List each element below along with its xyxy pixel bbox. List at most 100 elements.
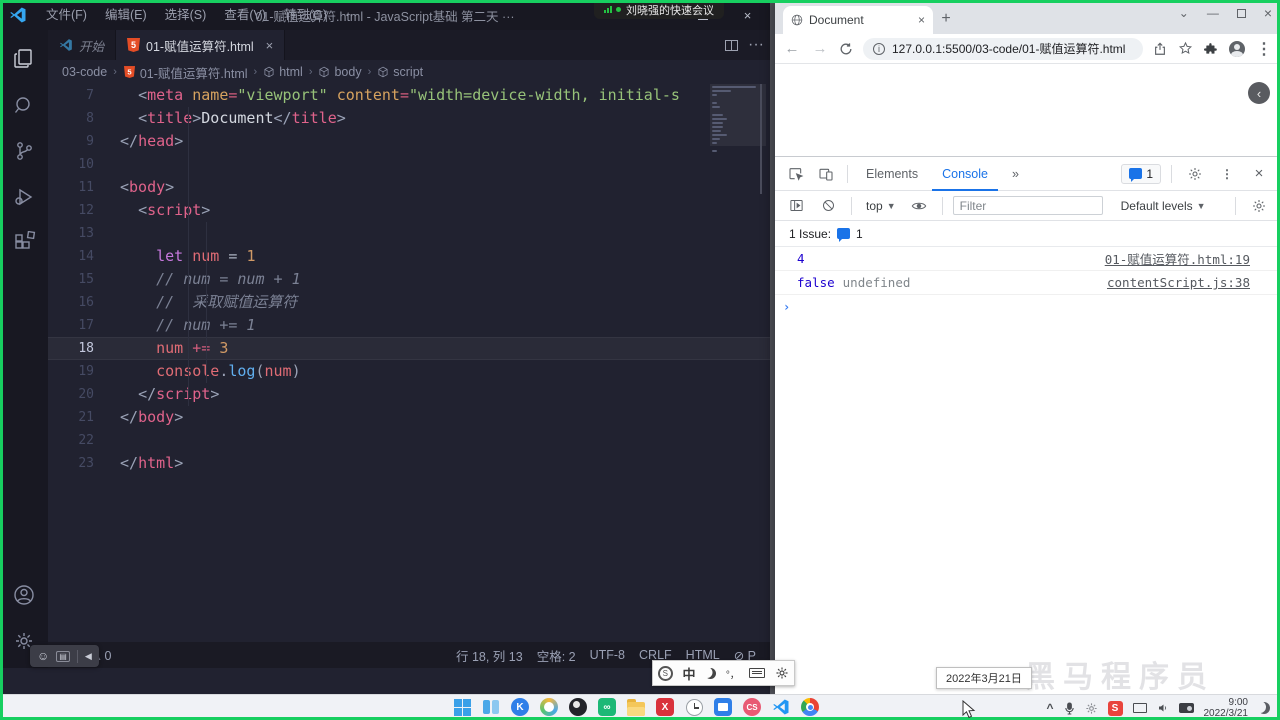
tab-elements[interactable]: Elements [856, 157, 928, 191]
minimize-button[interactable]: — [1207, 6, 1219, 20]
app-x-icon[interactable]: X [655, 697, 675, 719]
code-line[interactable]: 20 </script> [48, 383, 770, 406]
code-line[interactable]: 12 <script> [48, 199, 770, 222]
tab-welcome[interactable]: 开始 [48, 30, 117, 60]
ime-mode-chinese[interactable]: 中 [682, 664, 695, 683]
tray-gear-icon[interactable] [1085, 702, 1098, 715]
extensions-icon[interactable] [0, 220, 48, 266]
punctuation-icon[interactable]: °， [726, 666, 740, 681]
side-panel-handle[interactable]: ‹ [1248, 82, 1270, 104]
vscode-taskbar-icon[interactable] [771, 697, 791, 719]
code-line[interactable]: 14 let num = 1 [48, 245, 770, 268]
code-line[interactable]: 13 [48, 222, 770, 245]
task-view-button[interactable] [481, 697, 501, 717]
more-panels-icon[interactable]: » [1002, 157, 1029, 191]
display-icon[interactable] [1132, 703, 1147, 713]
ime-settings-gear-icon[interactable] [775, 666, 789, 680]
breadcrumb-file[interactable]: 01-赋值运算符.html [140, 63, 248, 82]
tab-close-icon[interactable]: × [918, 13, 925, 27]
microphone-icon[interactable] [1064, 701, 1075, 715]
browser-tab[interactable]: Document × [783, 6, 933, 34]
menu-item[interactable]: 编辑(E) [96, 0, 156, 30]
chevron-down-icon[interactable]: ⌄ [1179, 6, 1189, 20]
file-explorer-icon[interactable] [626, 697, 646, 719]
more-actions-icon[interactable]: ··· [748, 36, 764, 54]
code-line[interactable]: 23 </html> [48, 452, 770, 475]
console-messages-badge[interactable]: 1 [1121, 163, 1161, 184]
code-line[interactable]: 7 <meta name="viewport" content="width=d… [48, 84, 770, 107]
code-line[interactable]: 15 // num = num + 1 [48, 268, 770, 291]
search-icon[interactable] [0, 82, 48, 128]
tab-console[interactable]: Console [932, 157, 998, 191]
code-line[interactable]: 18 num += 3 [48, 337, 770, 360]
status-item[interactable]: UTF-8 [590, 648, 625, 662]
code-line[interactable]: 19 console.log(num) [48, 360, 770, 383]
forward-icon[interactable]: → [811, 40, 829, 57]
bookmark-star-icon[interactable] [1178, 41, 1193, 56]
fullwidth-moon-icon[interactable] [705, 668, 716, 679]
devtools-close-icon[interactable]: × [1246, 161, 1272, 187]
eye-icon[interactable] [906, 193, 932, 219]
chrome-taskbar-icon[interactable] [800, 697, 820, 719]
menu-dots-icon[interactable]: ⋮ [1256, 39, 1272, 59]
code-line[interactable]: 9 </head> [48, 130, 770, 153]
code-line[interactable]: 10 [48, 153, 770, 176]
url-text[interactable]: 127.0.0.1:5500/03-code/01-赋值运算符.html [892, 40, 1125, 57]
close-button[interactable]: × [725, 0, 770, 30]
app-photo-icon[interactable] [713, 697, 733, 719]
code-line[interactable]: 8 <title>Document</title> [48, 107, 770, 130]
speaker-icon[interactable] [1157, 702, 1169, 714]
share-icon[interactable] [1153, 42, 1167, 56]
run-debug-icon[interactable] [0, 174, 48, 220]
extension-icon[interactable] [1204, 42, 1218, 56]
breadcrumb-script[interactable]: script [393, 65, 423, 79]
maximize-button[interactable] [1236, 8, 1246, 18]
code-line[interactable]: 11 <body> [48, 176, 770, 199]
ime-toolbar[interactable]: S 中 °， [652, 660, 795, 686]
tray-clock[interactable]: 9:00 2022/3/21 [1204, 697, 1249, 719]
split-editor-icon[interactable] [725, 39, 739, 51]
tab-file[interactable]: 5 01-赋值运算符.html × [116, 30, 286, 60]
console-prompt[interactable]: › [775, 295, 1280, 319]
night-mode-moon-icon[interactable] [1258, 702, 1270, 714]
breadcrumb[interactable]: 03-code › 5 01-赋值运算符.html › html › body … [48, 60, 770, 84]
camera-icon[interactable] [1178, 703, 1194, 713]
breadcrumb-folder[interactable]: 03-code [62, 65, 107, 79]
app-ring-icon[interactable] [539, 697, 559, 719]
tab-close-icon[interactable]: × [266, 38, 274, 53]
collapse-arrow-icon[interactable]: ◀ [85, 651, 92, 662]
code-line[interactable]: 16 // 采取赋值运算符 [48, 291, 770, 314]
source-control-icon[interactable] [0, 128, 48, 174]
code-line[interactable]: 17 // num += 1 [48, 314, 770, 337]
emoji-icon[interactable]: ☺ [37, 649, 49, 663]
status-item[interactable]: 行 18, 列 13 [456, 646, 523, 665]
inspect-element-icon[interactable] [783, 161, 809, 187]
menu-item[interactable]: 选择(S) [156, 0, 216, 30]
avatar[interactable] [1229, 40, 1245, 57]
console-entry[interactable]: false undefined contentScript.js:38 [775, 271, 1280, 295]
device-toolbar-icon[interactable] [813, 161, 839, 187]
code-line[interactable]: 22 [48, 429, 770, 452]
obs-studio-icon[interactable] [568, 697, 588, 719]
issues-bar[interactable]: 1 Issue: 1 [775, 221, 1280, 247]
devtools-menu-icon[interactable]: ⋮ [1214, 161, 1240, 187]
meeting-overlay[interactable]: 刘晓强的快速会议 [594, 0, 724, 19]
start-button[interactable] [452, 697, 472, 717]
console-filter-input[interactable] [952, 196, 1103, 215]
menu-item[interactable]: ··· [336, 0, 367, 30]
new-tab-button[interactable]: + [933, 6, 959, 32]
sogou-tray-icon[interactable]: S [1107, 700, 1123, 716]
address-bar[interactable]: i 127.0.0.1:5500/03-code/01-赋值运算符.html [863, 37, 1143, 60]
log-levels-selector[interactable]: Default levels ▼ [1117, 199, 1210, 213]
sogou-logo-icon[interactable]: S [657, 665, 673, 681]
editor-scrollbar[interactable] [760, 84, 762, 194]
console-settings-icon[interactable] [1246, 193, 1272, 219]
menu-item[interactable]: 转到(G) [275, 0, 336, 30]
clear-console-icon[interactable] [815, 193, 841, 219]
close-button[interactable]: × [1264, 5, 1272, 21]
console-entry[interactable]: 4 01-赋值运算符.html:19 [775, 247, 1280, 271]
code-editor[interactable]: 7 <meta name="viewport" content="width=d… [48, 84, 770, 642]
app-clock-icon[interactable] [684, 697, 704, 719]
site-info-icon[interactable]: i [873, 42, 885, 55]
ime-panel-icon[interactable]: ▤ [56, 650, 70, 662]
